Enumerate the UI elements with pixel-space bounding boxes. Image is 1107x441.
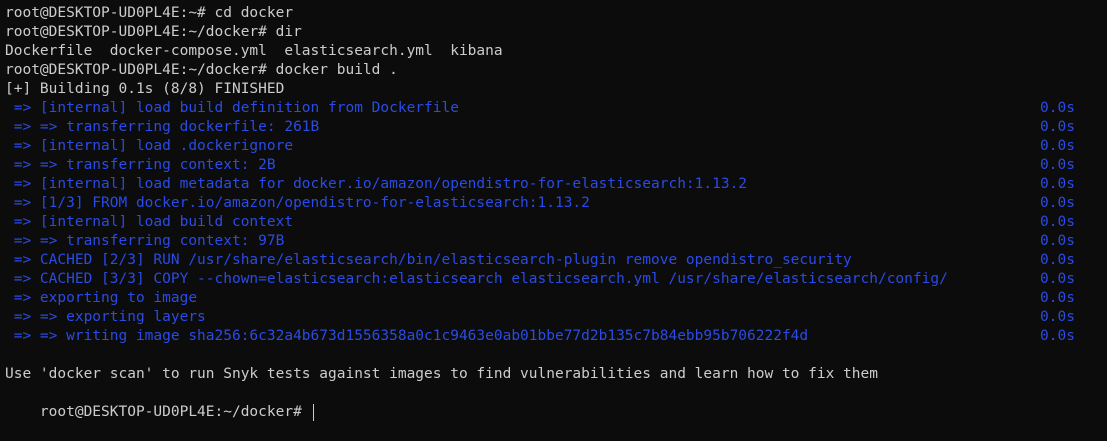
clipped-line xyxy=(0,0,1107,2)
output-line: root@DESKTOP-UD0PL4E:~/docker# docker bu… xyxy=(5,62,398,78)
output-line: => [internal] load build definition from… xyxy=(5,100,459,116)
output-line: root@DESKTOP-UD0PL4E:~# cd docker xyxy=(5,5,294,21)
output-line: => exporting to image xyxy=(5,290,198,306)
step-duration: 0.0s xyxy=(1040,290,1075,306)
output-line: => CACHED [3/3] COPY --chown=elasticsear… xyxy=(5,271,948,287)
output-line: => => exporting layers xyxy=(5,309,206,325)
step-duration: 0.0s xyxy=(1040,252,1075,268)
terminal-prompt: root@DESKTOP-UD0PL4E:~/docker# xyxy=(39,404,311,420)
output-line: => => transferring context: 2B xyxy=(5,157,276,173)
step-duration: 0.0s xyxy=(1040,100,1075,116)
output-line: => CACHED [2/3] RUN /usr/share/elasticse… xyxy=(5,252,852,268)
step-duration: 0.0s xyxy=(1040,214,1075,230)
output-line: => [1/3] FROM docker.io/amazon/opendistr… xyxy=(5,195,590,211)
step-duration: 0.0s xyxy=(1040,309,1075,325)
step-duration: 0.0s xyxy=(1040,271,1075,287)
terminal-prompt-line[interactable]: root@DESKTOP-UD0PL4E:~/docker# xyxy=(5,384,314,421)
output-line: Use 'docker scan' to run Snyk tests agai… xyxy=(5,366,878,382)
output-line: => [internal] load metadata for docker.i… xyxy=(5,176,748,192)
output-line: Dockerfile docker-compose.yml elasticsea… xyxy=(5,43,503,59)
output-line: => => writing image sha256:6c32a4b673d15… xyxy=(5,328,809,344)
step-duration: 0.0s xyxy=(1040,119,1075,135)
step-duration: 0.0s xyxy=(1040,176,1075,192)
text-cursor xyxy=(312,403,314,421)
output-line: root@DESKTOP-UD0PL4E:~/docker# dir xyxy=(5,24,302,40)
output-line: => [internal] load .dockerignore xyxy=(5,138,294,154)
step-duration: 0.0s xyxy=(1040,233,1075,249)
terminal-window[interactable]: root@DESKTOP-UD0PL4E:~# cd docker root@DE… xyxy=(0,0,1107,421)
output-line: => [internal] load build context xyxy=(5,214,294,230)
output-line: [+] Building 0.1s (8/8) FINISHED xyxy=(5,81,285,97)
step-duration: 0.0s xyxy=(1040,195,1075,211)
output-line: => => transferring dockerfile: 261B xyxy=(5,119,320,135)
output-line: => => transferring context: 97B xyxy=(5,233,285,249)
step-duration: 0.0s xyxy=(1040,138,1075,154)
step-duration: 0.0s xyxy=(1040,328,1075,344)
step-duration: 0.0s xyxy=(1040,157,1075,173)
